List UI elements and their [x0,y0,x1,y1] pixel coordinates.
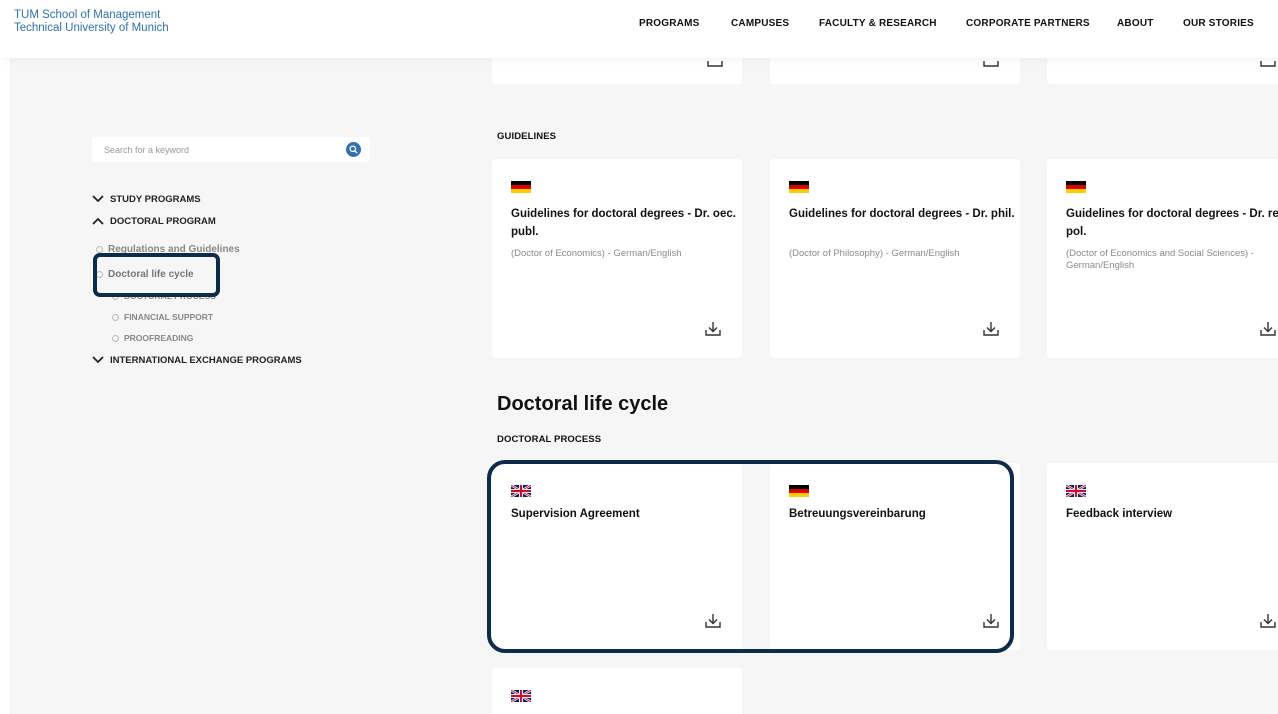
menu-label: DOCTORAL PROGRAM [110,216,216,227]
de-flag-icon [789,181,809,193]
de-flag-icon [511,181,531,193]
chevron-up-icon [92,218,104,226]
menu-proofreading[interactable]: PROOFREADING [112,333,193,343]
uk-flag-icon [511,690,531,702]
guideline-card-rer-pol[interactable]: Guidelines for doctoral degrees - Dr. re… [1047,159,1278,358]
chevron-down-icon [92,356,104,364]
card-description: (Doctor of Economics and Social Sciences… [1066,248,1254,271]
logo-line-2: Technical University of Munich [14,22,169,34]
bullet-icon [112,335,119,343]
card-title: Supervision Agreement [511,508,640,520]
download-icon[interactable] [982,321,1000,337]
menu-label: PROOFREADING [124,333,194,343]
sidebar-highlight-frame [93,253,220,297]
bullet-icon [112,314,119,322]
menu-doctoral-program[interactable]: DOCTORAL PROGRAM [91,216,216,227]
page: TUM School of Management Technical Unive… [0,0,1278,714]
site-header: TUM School of Management Technical Unive… [0,0,1278,58]
download-icon[interactable] [1259,613,1277,629]
process-card-feedback-interview[interactable]: Feedback interview [1047,463,1278,650]
card-description: (Doctor of Economics) - German/English [511,248,682,259]
menu-international-exchange[interactable]: INTERNATIONAL EXCHANGE PROGRAMS [91,355,302,366]
logo[interactable]: TUM School of Management Technical Unive… [14,9,169,35]
nav-about[interactable]: ABOUT [1117,18,1154,29]
download-icon[interactable] [704,321,722,337]
search-icon [349,145,358,154]
de-flag-icon [1066,181,1086,193]
guidelines-label: GUIDELINES [497,131,557,142]
menu-label: FINANCIAL SUPPORT [124,312,214,322]
download-icon[interactable] [1259,321,1277,337]
menu-label: INTERNATIONAL EXCHANGE PROGRAMS [110,355,302,366]
search-button[interactable] [346,142,361,157]
card-title: Guidelines for doctoral degrees - Dr. re… [1066,208,1278,238]
uk-flag-icon [1066,485,1086,497]
card-title: Betreuungsvereinbarung [789,508,926,520]
de-flag-icon [789,485,809,497]
nav-corporate-partners[interactable]: CORPORATE PARTNERS [966,18,1090,29]
guideline-card-oec-publ[interactable]: Guidelines for doctoral degrees - Dr. oe… [492,159,742,358]
nav-faculty-research[interactable]: FACULTY & RESEARCH [819,18,937,29]
search-input[interactable] [92,137,337,162]
nav-programs[interactable]: PROGRAMS [639,18,700,29]
nav-campuses[interactable]: CAMPUSES [731,18,789,29]
nav-our-stories[interactable]: OUR STORIES [1183,18,1254,29]
card-partial[interactable] [492,668,742,714]
process-card-supervision-agreement[interactable]: Supervision Agreement [492,463,742,650]
menu-label: STUDY PROGRAMS [110,194,201,205]
logo-line-1: TUM School of Management [14,9,161,21]
download-icon[interactable] [704,613,722,629]
chevron-down-icon [92,195,104,203]
doctoral-process-label: DOCTORAL PROCESS [497,434,602,445]
bullet-icon [96,245,103,253]
card-title: Guidelines for doctoral degrees - Dr. ph… [789,208,1015,220]
section-title-doctoral-life-cycle: Doctoral life cycle [497,393,669,415]
card-description: (Doctor of Philosophy) - German/English [789,248,960,259]
process-card-betreuungsvereinbarung[interactable]: Betreuungsvereinbarung [770,463,1020,650]
card-title: Guidelines for doctoral degrees - Dr. oe… [511,208,736,238]
card-title: Feedback interview [1066,508,1173,520]
search-box [92,137,370,162]
guideline-card-phil[interactable]: Guidelines for doctoral degrees - Dr. ph… [770,159,1020,358]
download-icon[interactable] [982,613,1000,629]
menu-study-programs[interactable]: STUDY PROGRAMS [91,194,201,205]
menu-financial-support[interactable]: FINANCIAL SUPPORT [112,312,213,322]
uk-flag-icon [511,485,531,497]
